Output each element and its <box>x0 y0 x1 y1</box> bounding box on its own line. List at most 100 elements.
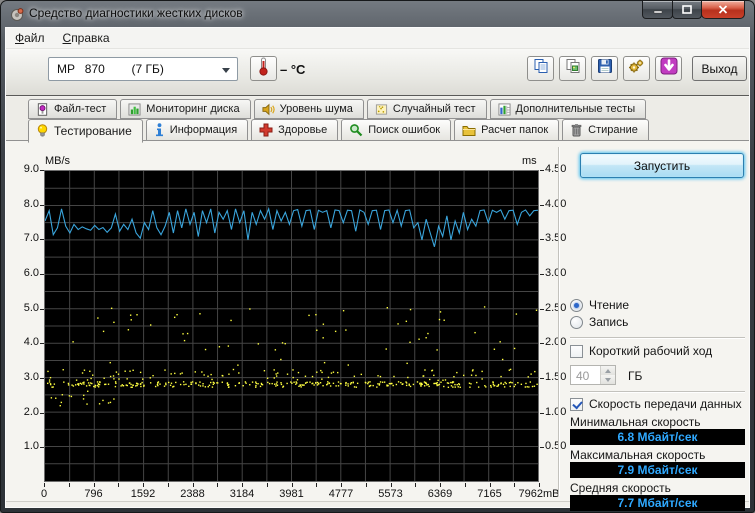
right-axis-title: ms <box>522 155 537 167</box>
tab-folder-usage[interactable]: Расчет папок <box>454 119 559 141</box>
x-tick <box>292 483 293 487</box>
min-speed-label: Минимальная скорость <box>570 415 701 429</box>
drive-select[interactable]: MP 870 (7 ГБ) <box>48 57 238 81</box>
x-tick-label: 7962mB <box>515 488 563 500</box>
options-button[interactable] <box>623 56 650 81</box>
tab-information[interactable]: Информация <box>146 119 248 141</box>
tab-label: Мониторинг диска <box>146 103 239 115</box>
copy-button[interactable] <box>527 56 554 81</box>
y-right-tick-label: 1.50 <box>545 371 566 383</box>
exit-button[interactable]: Выход <box>692 56 747 81</box>
tab-random-test[interactable]: Случайный тест <box>367 99 487 119</box>
y-right-tick-label: 0.50 <box>545 440 566 452</box>
radio-read[interactable]: Чтение <box>570 298 629 312</box>
x-tick <box>69 483 70 487</box>
tab-label: Стирание <box>588 124 638 136</box>
tab-label: Файл-тест <box>54 103 106 115</box>
tab-file-test[interactable]: Файл-тест <box>28 99 117 119</box>
menu-file[interactable]: Файл <box>6 28 54 48</box>
x-tick-label: 3981 <box>268 488 316 500</box>
y-right-tick <box>540 309 544 310</box>
tab-extra-tests[interactable]: Дополнительные тесты <box>490 99 647 119</box>
tab-health[interactable]: Здоровье <box>251 119 338 141</box>
search-icon <box>349 123 363 137</box>
x-tick <box>514 483 515 487</box>
client-area: Файл Справка MP 870 (7 ГБ) – °C <box>5 27 750 508</box>
copy-image-button[interactable] <box>559 56 586 81</box>
x-tick-label: 796 <box>70 488 118 500</box>
y-left-tick <box>40 170 44 171</box>
y-right-tick-label: 3.50 <box>545 232 566 244</box>
start-button-label: Запустить <box>634 159 690 173</box>
y-left-tick <box>40 413 44 414</box>
drive-select-value: MP 870 (7 ГБ) <box>57 62 164 76</box>
left-axis-title: MB/s <box>45 155 70 167</box>
x-tick-label: 3184 <box>218 488 266 500</box>
download-button[interactable] <box>655 56 682 81</box>
menu-help[interactable]: Справка <box>54 28 119 48</box>
checkbox-short-stroke-label: Короткий рабочий ход <box>589 344 712 358</box>
y-left-tick <box>40 343 44 344</box>
y-right-tick <box>540 447 544 448</box>
copy-image-icon <box>565 58 581 79</box>
tab-noise-level[interactable]: Уровень шума <box>254 99 364 119</box>
x-tick-label: 5573 <box>367 488 415 500</box>
save-button[interactable] <box>591 56 618 81</box>
checkbox-transfer-rate-control[interactable] <box>570 398 583 411</box>
extra-tests-icon <box>498 103 511 116</box>
stepper-up-button[interactable] <box>601 366 615 375</box>
maximize-button[interactable] <box>672 1 702 19</box>
y-right-tick-label: 1.00 <box>545 406 566 418</box>
y-left-tick <box>40 447 44 448</box>
x-tick-label: 2388 <box>169 488 217 500</box>
y-left-tick <box>40 309 44 310</box>
y-right-tick-label: 2.00 <box>545 336 566 348</box>
y-left-tick-label: 1.0 <box>8 440 39 452</box>
minimize-button[interactable] <box>642 1 673 19</box>
y-left-tick-label: 2.0 <box>8 406 39 418</box>
y-left-tick-label: 4.0 <box>8 336 39 348</box>
stepper-down-button[interactable] <box>601 375 615 384</box>
tab-label: Тестирование <box>54 124 132 138</box>
disk-monitor-icon <box>128 103 141 116</box>
tab-label: Здоровье <box>278 124 327 136</box>
capacity-stepper[interactable]: 40 <box>570 365 616 385</box>
save-icon <box>597 58 613 79</box>
checkbox-transfer-rate-label: Скорость передачи данных <box>589 397 742 411</box>
checkbox-transfer-rate[interactable]: Скорость передачи данных <box>570 397 742 411</box>
tab-disk-monitor[interactable]: Мониторинг диска <box>120 99 250 119</box>
radio-read-label: Чтение <box>589 298 629 312</box>
radio-read-control[interactable] <box>570 299 583 312</box>
health-icon <box>259 123 273 137</box>
tab-label: Дополнительные тесты <box>516 103 636 115</box>
close-button[interactable] <box>701 1 745 19</box>
x-tick <box>242 483 243 487</box>
y-left-tick <box>40 274 44 275</box>
start-button[interactable]: Запустить <box>580 153 744 178</box>
avg-speed-value: 7.7 Мбайт/сек <box>570 495 745 511</box>
y-left-tick-label: 5.0 <box>8 302 39 314</box>
y-right-tick <box>540 343 544 344</box>
x-tick-label: 4777 <box>317 488 365 500</box>
control-panel: Запустить Чтение Запись Короткий рабочий… <box>566 141 749 502</box>
y-right-tick-label: 4.50 <box>545 163 566 175</box>
file-test-icon <box>36 103 49 116</box>
radio-write-control[interactable] <box>570 316 583 329</box>
y-right-tick-label: 3.00 <box>545 267 566 279</box>
tab-error-scan[interactable]: Поиск ошибок <box>341 119 451 141</box>
temperature-button[interactable] <box>250 56 277 81</box>
radio-write[interactable]: Запись <box>570 315 628 329</box>
y-right-tick <box>540 413 544 414</box>
x-tick <box>44 483 45 487</box>
x-tick-label: 7165 <box>466 488 514 500</box>
tab-erase[interactable]: Стирание <box>562 119 649 141</box>
x-tick <box>168 483 169 487</box>
x-tick <box>539 483 540 487</box>
titlebar: Средство диагностики жестких дисков <box>1 1 754 27</box>
tab-label: Случайный тест <box>393 103 476 115</box>
checkbox-short-stroke[interactable]: Короткий рабочий ход <box>570 344 712 358</box>
checkbox-short-stroke-control[interactable] <box>570 345 583 358</box>
x-tick <box>490 483 491 487</box>
tab-testing[interactable]: Тестирование <box>28 119 143 143</box>
max-speed-label: Максимальная скорость <box>570 448 705 462</box>
